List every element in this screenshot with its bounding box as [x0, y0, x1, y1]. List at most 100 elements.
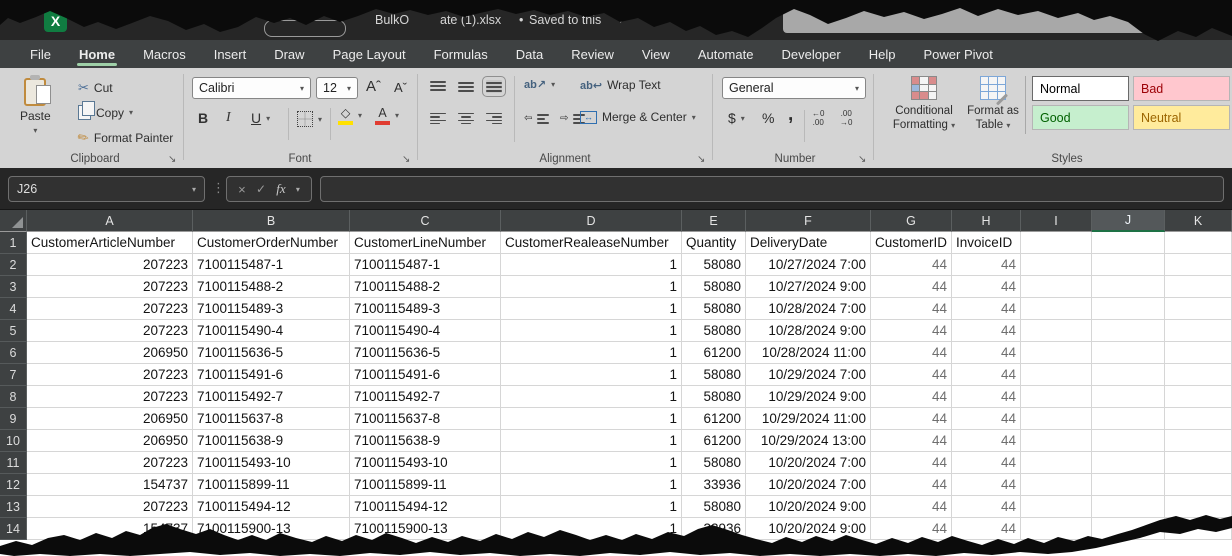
cell-J12[interactable] — [1092, 474, 1165, 496]
cell-C12[interactable]: 7100115899-11 — [350, 474, 501, 496]
cell-K3[interactable] — [1165, 276, 1232, 298]
cell-J5[interactable] — [1092, 320, 1165, 342]
column-header-K[interactable]: K — [1165, 210, 1232, 232]
search-box[interactable] — [783, 8, 1147, 33]
cell-B5[interactable]: 7100115490-4 — [193, 320, 350, 342]
cell-I9[interactable] — [1021, 408, 1092, 430]
cell-G14[interactable]: 44 — [871, 518, 952, 540]
decrease-indent-button[interactable]: ⇦ — [524, 112, 549, 125]
cell-B9[interactable]: 7100115637-8 — [193, 408, 350, 430]
cell-J7[interactable] — [1092, 364, 1165, 386]
cell-A2[interactable]: 207223 — [27, 254, 193, 276]
tab-view[interactable]: View — [628, 40, 684, 68]
cell-E9[interactable]: 61200 — [682, 408, 746, 430]
cell-J14[interactable] — [1092, 518, 1165, 540]
cell-I1[interactable] — [1021, 232, 1092, 254]
cell-style-bad[interactable]: Bad — [1133, 76, 1230, 101]
tab-power-pivot[interactable]: Power Pivot — [909, 40, 1006, 68]
cell-K5[interactable] — [1165, 320, 1232, 342]
column-header-A[interactable]: A — [27, 210, 193, 232]
cell-F12[interactable]: 10/20/2024 7:00 — [746, 474, 871, 496]
column-header-H[interactable]: H — [952, 210, 1021, 232]
cell-B12[interactable]: 7100115899-11 — [193, 474, 350, 496]
cell-C13[interactable]: 7100115494-12 — [350, 496, 501, 518]
tab-developer[interactable]: Developer — [767, 40, 854, 68]
cell-style-good[interactable]: Good — [1032, 105, 1129, 130]
cell-G4[interactable]: 44 — [871, 298, 952, 320]
cell-E6[interactable]: 61200 — [682, 342, 746, 364]
formula-bar-grip-icon[interactable]: ⋮ — [212, 180, 225, 196]
cell-I8[interactable] — [1021, 386, 1092, 408]
row-header-8[interactable]: 8 — [0, 386, 27, 408]
cell-B10[interactable]: 7100115638-9 — [193, 430, 350, 452]
decrease-decimal-button[interactable]: .00→0 — [840, 110, 852, 128]
cancel-icon[interactable]: × — [238, 182, 246, 197]
cell-K9[interactable] — [1165, 408, 1232, 430]
align-left-button[interactable] — [430, 112, 446, 125]
tab-draw[interactable]: Draw — [260, 40, 318, 68]
cell-J3[interactable] — [1092, 276, 1165, 298]
cell-G5[interactable]: 44 — [871, 320, 952, 342]
cell-J13[interactable] — [1092, 496, 1165, 518]
cell-D10[interactable]: 1 — [501, 430, 682, 452]
cell-C4[interactable]: 7100115489-3 — [350, 298, 501, 320]
copy-button[interactable]: Copy ▾ — [78, 105, 133, 120]
cell-K6[interactable] — [1165, 342, 1232, 364]
tab-data[interactable]: Data — [502, 40, 557, 68]
cell-F6[interactable]: 10/28/2024 11:00 — [746, 342, 871, 364]
column-header-B[interactable]: B — [193, 210, 350, 232]
cell-D8[interactable]: 1 — [501, 386, 682, 408]
cell-E3[interactable]: 58080 — [682, 276, 746, 298]
cell-D2[interactable]: 1 — [501, 254, 682, 276]
cell-H9[interactable]: 44 — [952, 408, 1021, 430]
cell-F14[interactable]: 10/20/2024 9:00 — [746, 518, 871, 540]
select-all-button[interactable] — [0, 210, 27, 232]
cell-C2[interactable]: 7100115487-1 — [350, 254, 501, 276]
row-header-5[interactable]: 5 — [0, 320, 27, 342]
format-painter-button[interactable]: ✎ Format Painter — [78, 130, 173, 146]
cell-J10[interactable] — [1092, 430, 1165, 452]
cell-G11[interactable]: 44 — [871, 452, 952, 474]
cell-D1[interactable]: CustomerRealeaseNumber — [501, 232, 682, 254]
cell-A7[interactable]: 207223 — [27, 364, 193, 386]
cell-H11[interactable]: 44 — [952, 452, 1021, 474]
cell-F5[interactable]: 10/28/2024 9:00 — [746, 320, 871, 342]
cell-C1[interactable]: CustomerLineNumber — [350, 232, 501, 254]
cell-E12[interactable]: 33936 — [682, 474, 746, 496]
align-right-button[interactable] — [486, 112, 502, 125]
cell-D6[interactable]: 1 — [501, 342, 682, 364]
cell-D5[interactable]: 1 — [501, 320, 682, 342]
align-center-button[interactable] — [458, 112, 474, 125]
tab-file[interactable]: File — [16, 40, 65, 68]
paste-button[interactable]: Paste ▾ — [20, 78, 51, 135]
cell-B3[interactable]: 7100115488-2 — [193, 276, 350, 298]
tab-macros[interactable]: Macros — [129, 40, 200, 68]
number-format-combo[interactable]: General ▾ — [722, 77, 866, 99]
cell-A11[interactable]: 207223 — [27, 452, 193, 474]
tab-insert[interactable]: Insert — [200, 40, 261, 68]
cell-B4[interactable]: 7100115489-3 — [193, 298, 350, 320]
cell-E1[interactable]: Quantity — [682, 232, 746, 254]
cell-C9[interactable]: 7100115637-8 — [350, 408, 501, 430]
cell-C5[interactable]: 7100115490-4 — [350, 320, 501, 342]
cell-G6[interactable]: 44 — [871, 342, 952, 364]
cell-A6[interactable]: 206950 — [27, 342, 193, 364]
cell-H12[interactable]: 44 — [952, 474, 1021, 496]
cell-I6[interactable] — [1021, 342, 1092, 364]
row-header-12[interactable]: 12 — [0, 474, 27, 496]
cell-H1[interactable]: InvoiceID — [952, 232, 1021, 254]
font-color-button[interactable]: A ▾ — [375, 107, 399, 125]
clipboard-dialog-launcher[interactable]: ↘ — [168, 154, 176, 165]
cell-K11[interactable] — [1165, 452, 1232, 474]
cut-button[interactable]: ✂ Cut — [78, 80, 113, 96]
cell-E4[interactable]: 58080 — [682, 298, 746, 320]
cell-B11[interactable]: 7100115493-10 — [193, 452, 350, 474]
cell-F2[interactable]: 10/27/2024 7:00 — [746, 254, 871, 276]
insert-function-icon[interactable]: fx — [276, 181, 285, 197]
cell-I10[interactable] — [1021, 430, 1092, 452]
cell-E7[interactable]: 58080 — [682, 364, 746, 386]
number-dialog-launcher[interactable]: ↘ — [858, 154, 866, 165]
fill-color-button[interactable]: ◇ ▾ — [338, 107, 362, 125]
row-header-2[interactable]: 2 — [0, 254, 27, 276]
cell-K7[interactable] — [1165, 364, 1232, 386]
